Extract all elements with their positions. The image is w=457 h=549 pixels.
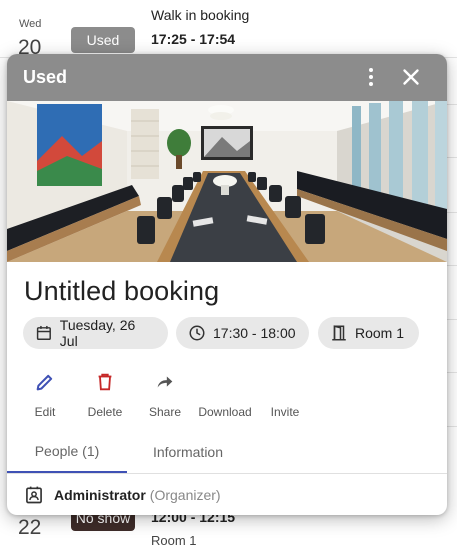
invite-label: Invite bbox=[270, 405, 300, 419]
booking-actions: Edit Delete Share Download Invite bbox=[7, 370, 447, 420]
date-chip: Tuesday, 26 Jul bbox=[23, 317, 168, 349]
delete-label: Delete bbox=[87, 405, 123, 419]
tab-people[interactable]: People (1) bbox=[7, 430, 127, 473]
row-day: Wed bbox=[19, 18, 42, 30]
conference-room-illustration bbox=[7, 101, 447, 262]
invite-button[interactable]: Invite bbox=[255, 370, 315, 419]
pencil-icon bbox=[36, 374, 53, 391]
download-label: Download bbox=[198, 405, 252, 419]
contact-badge-icon bbox=[26, 486, 42, 503]
booking-title: Untitled booking bbox=[24, 276, 220, 306]
trash-icon bbox=[98, 373, 112, 391]
close-button[interactable] bbox=[399, 65, 423, 89]
date-chip-label: Tuesday, 26 Jul bbox=[59, 317, 136, 349]
room-chip[interactable]: Room 1 bbox=[318, 317, 419, 349]
more-vertical-icon bbox=[369, 68, 373, 86]
row-room: Room 1 bbox=[151, 533, 197, 548]
booking-list-row[interactable]: Wed 20 Used Walk in booking 17:25 - 17:5… bbox=[0, 0, 457, 59]
row-date: 22 bbox=[18, 516, 42, 539]
attendee-name: Administrator bbox=[54, 486, 146, 503]
delete-button[interactable]: Delete bbox=[75, 370, 135, 419]
room-photo bbox=[7, 101, 447, 262]
edit-button[interactable]: Edit bbox=[15, 370, 75, 419]
download-button[interactable]: Download bbox=[195, 370, 255, 419]
attendee-role: (Organizer) bbox=[149, 486, 221, 503]
share-arrow-icon bbox=[157, 376, 173, 388]
share-label: Share bbox=[148, 405, 182, 419]
calendar-icon bbox=[36, 325, 51, 341]
edit-label: Edit bbox=[34, 405, 56, 419]
dialog-status-title: Used bbox=[23, 67, 68, 87]
tab-information[interactable]: Information bbox=[127, 430, 249, 474]
more-options-button[interactable] bbox=[359, 65, 383, 89]
clock-icon bbox=[189, 325, 205, 341]
room-chip-label: Room 1 bbox=[355, 325, 405, 341]
time-chip-label: 17:30 - 18:00 bbox=[213, 325, 296, 341]
detail-tabs: People (1) Information bbox=[7, 430, 447, 474]
row-time: 17:25 - 17:54 bbox=[151, 31, 236, 47]
attendee-row[interactable]: Administrator (Organizer) bbox=[7, 474, 447, 515]
row-status-badge: Used bbox=[71, 27, 135, 53]
time-chip: 17:30 - 18:00 bbox=[176, 317, 309, 349]
door-icon bbox=[332, 325, 346, 341]
booking-detail-dialog: Used Untitled booking Tuesday, 26 Jul 17… bbox=[7, 54, 447, 515]
share-button[interactable]: Share bbox=[135, 370, 195, 419]
close-icon bbox=[403, 69, 419, 85]
row-title: Walk in booking bbox=[151, 7, 250, 23]
dialog-header: Used bbox=[7, 54, 447, 101]
